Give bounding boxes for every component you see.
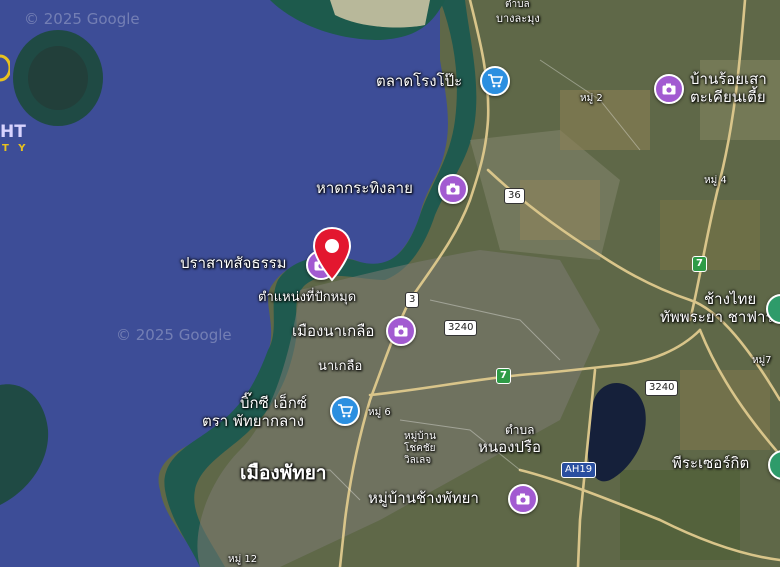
- route-shield-3240-a: 3240: [444, 320, 478, 336]
- resort-poi[interactable]: [654, 74, 684, 104]
- village-small-l1: หมู่บ้าน: [404, 431, 436, 442]
- elephant-label-l2[interactable]: ทัพพระยา ชาฟาร์: [660, 309, 773, 326]
- route-shield-ah19: AH19: [561, 462, 597, 478]
- beach-poi[interactable]: [438, 174, 468, 204]
- naklua-poi[interactable]: [386, 316, 416, 346]
- market-poi[interactable]: [480, 66, 510, 96]
- moo-4-label: หมู่ 4: [704, 175, 727, 186]
- shopping-cart-icon: [488, 74, 503, 88]
- location-pin-icon[interactable]: [312, 226, 352, 282]
- village-poi[interactable]: [508, 484, 538, 514]
- moo-7-label: หมู่7: [752, 355, 772, 366]
- brand-line-1: HT: [0, 122, 26, 142]
- tambon-nongprue-l1: ตำบล: [505, 423, 535, 437]
- bigc-label-line1[interactable]: บิ๊กซี เอ็กซ์: [240, 395, 307, 412]
- tambon-top-l2: บางละมุง: [496, 12, 540, 25]
- tambon-nongprue-l2: หนองปรือ: [478, 438, 542, 456]
- castle-label[interactable]: ปราสาทสัจธรรม: [180, 255, 287, 272]
- route-shield-7-a: 7: [692, 256, 707, 272]
- camera-icon: [446, 183, 460, 195]
- brand-ring-icon: [0, 54, 12, 82]
- village-label[interactable]: หมู่บ้านช้างพัทยา: [368, 490, 479, 507]
- pin-label: ตำแหน่งที่ปักหมุด: [258, 290, 357, 305]
- resort-label-l2[interactable]: ตะเคียนเตี้ย: [690, 89, 766, 106]
- camera-icon: [394, 325, 408, 337]
- route-shield-36: 36: [504, 188, 525, 204]
- pattaya-city-label: เมืองพัทยา: [240, 462, 327, 484]
- shopping-cart-icon: [338, 404, 353, 418]
- bigc-poi[interactable]: [330, 396, 360, 426]
- bigc-label-line2[interactable]: ตรา พัทยากลาง: [202, 413, 304, 430]
- village-small-l2: โชคชัย: [404, 443, 436, 454]
- route-shield-3240-b: 3240: [645, 380, 679, 396]
- camera-icon: [662, 83, 676, 95]
- elephant-label-l1[interactable]: ช้างไทย: [704, 291, 756, 308]
- moo-12-label: หมู่ 12: [228, 554, 258, 565]
- moo-2-label: หมู่ 2: [580, 93, 603, 104]
- market-label[interactable]: ตลาดโรงโป๊ะ: [376, 73, 462, 90]
- camera-icon: [516, 493, 530, 505]
- beach-label[interactable]: หาดกระทิงลาย: [316, 180, 413, 197]
- map-watermark: © 2025 Google: [116, 326, 232, 344]
- circuit-label[interactable]: พีระเซอร์กิต: [672, 455, 749, 472]
- moo-6-label: หมู่ 6: [368, 407, 391, 418]
- resort-label-l1[interactable]: บ้านร้อยเสา: [690, 71, 767, 88]
- brand-line-2: T Y: [2, 143, 29, 154]
- naklua-label: นาเกลือ: [318, 359, 363, 374]
- route-shield-3: 3: [405, 292, 420, 308]
- tambon-top-l1: ตำบล: [505, 0, 530, 10]
- naklua-city-label[interactable]: เมืองนาเกลือ: [292, 323, 374, 340]
- map-watermark: © 2025 Google: [24, 10, 140, 28]
- brand-logo: [0, 54, 12, 86]
- village-small-l3: วิลเลจ: [404, 455, 432, 466]
- route-shield-7-b: 7: [496, 368, 511, 384]
